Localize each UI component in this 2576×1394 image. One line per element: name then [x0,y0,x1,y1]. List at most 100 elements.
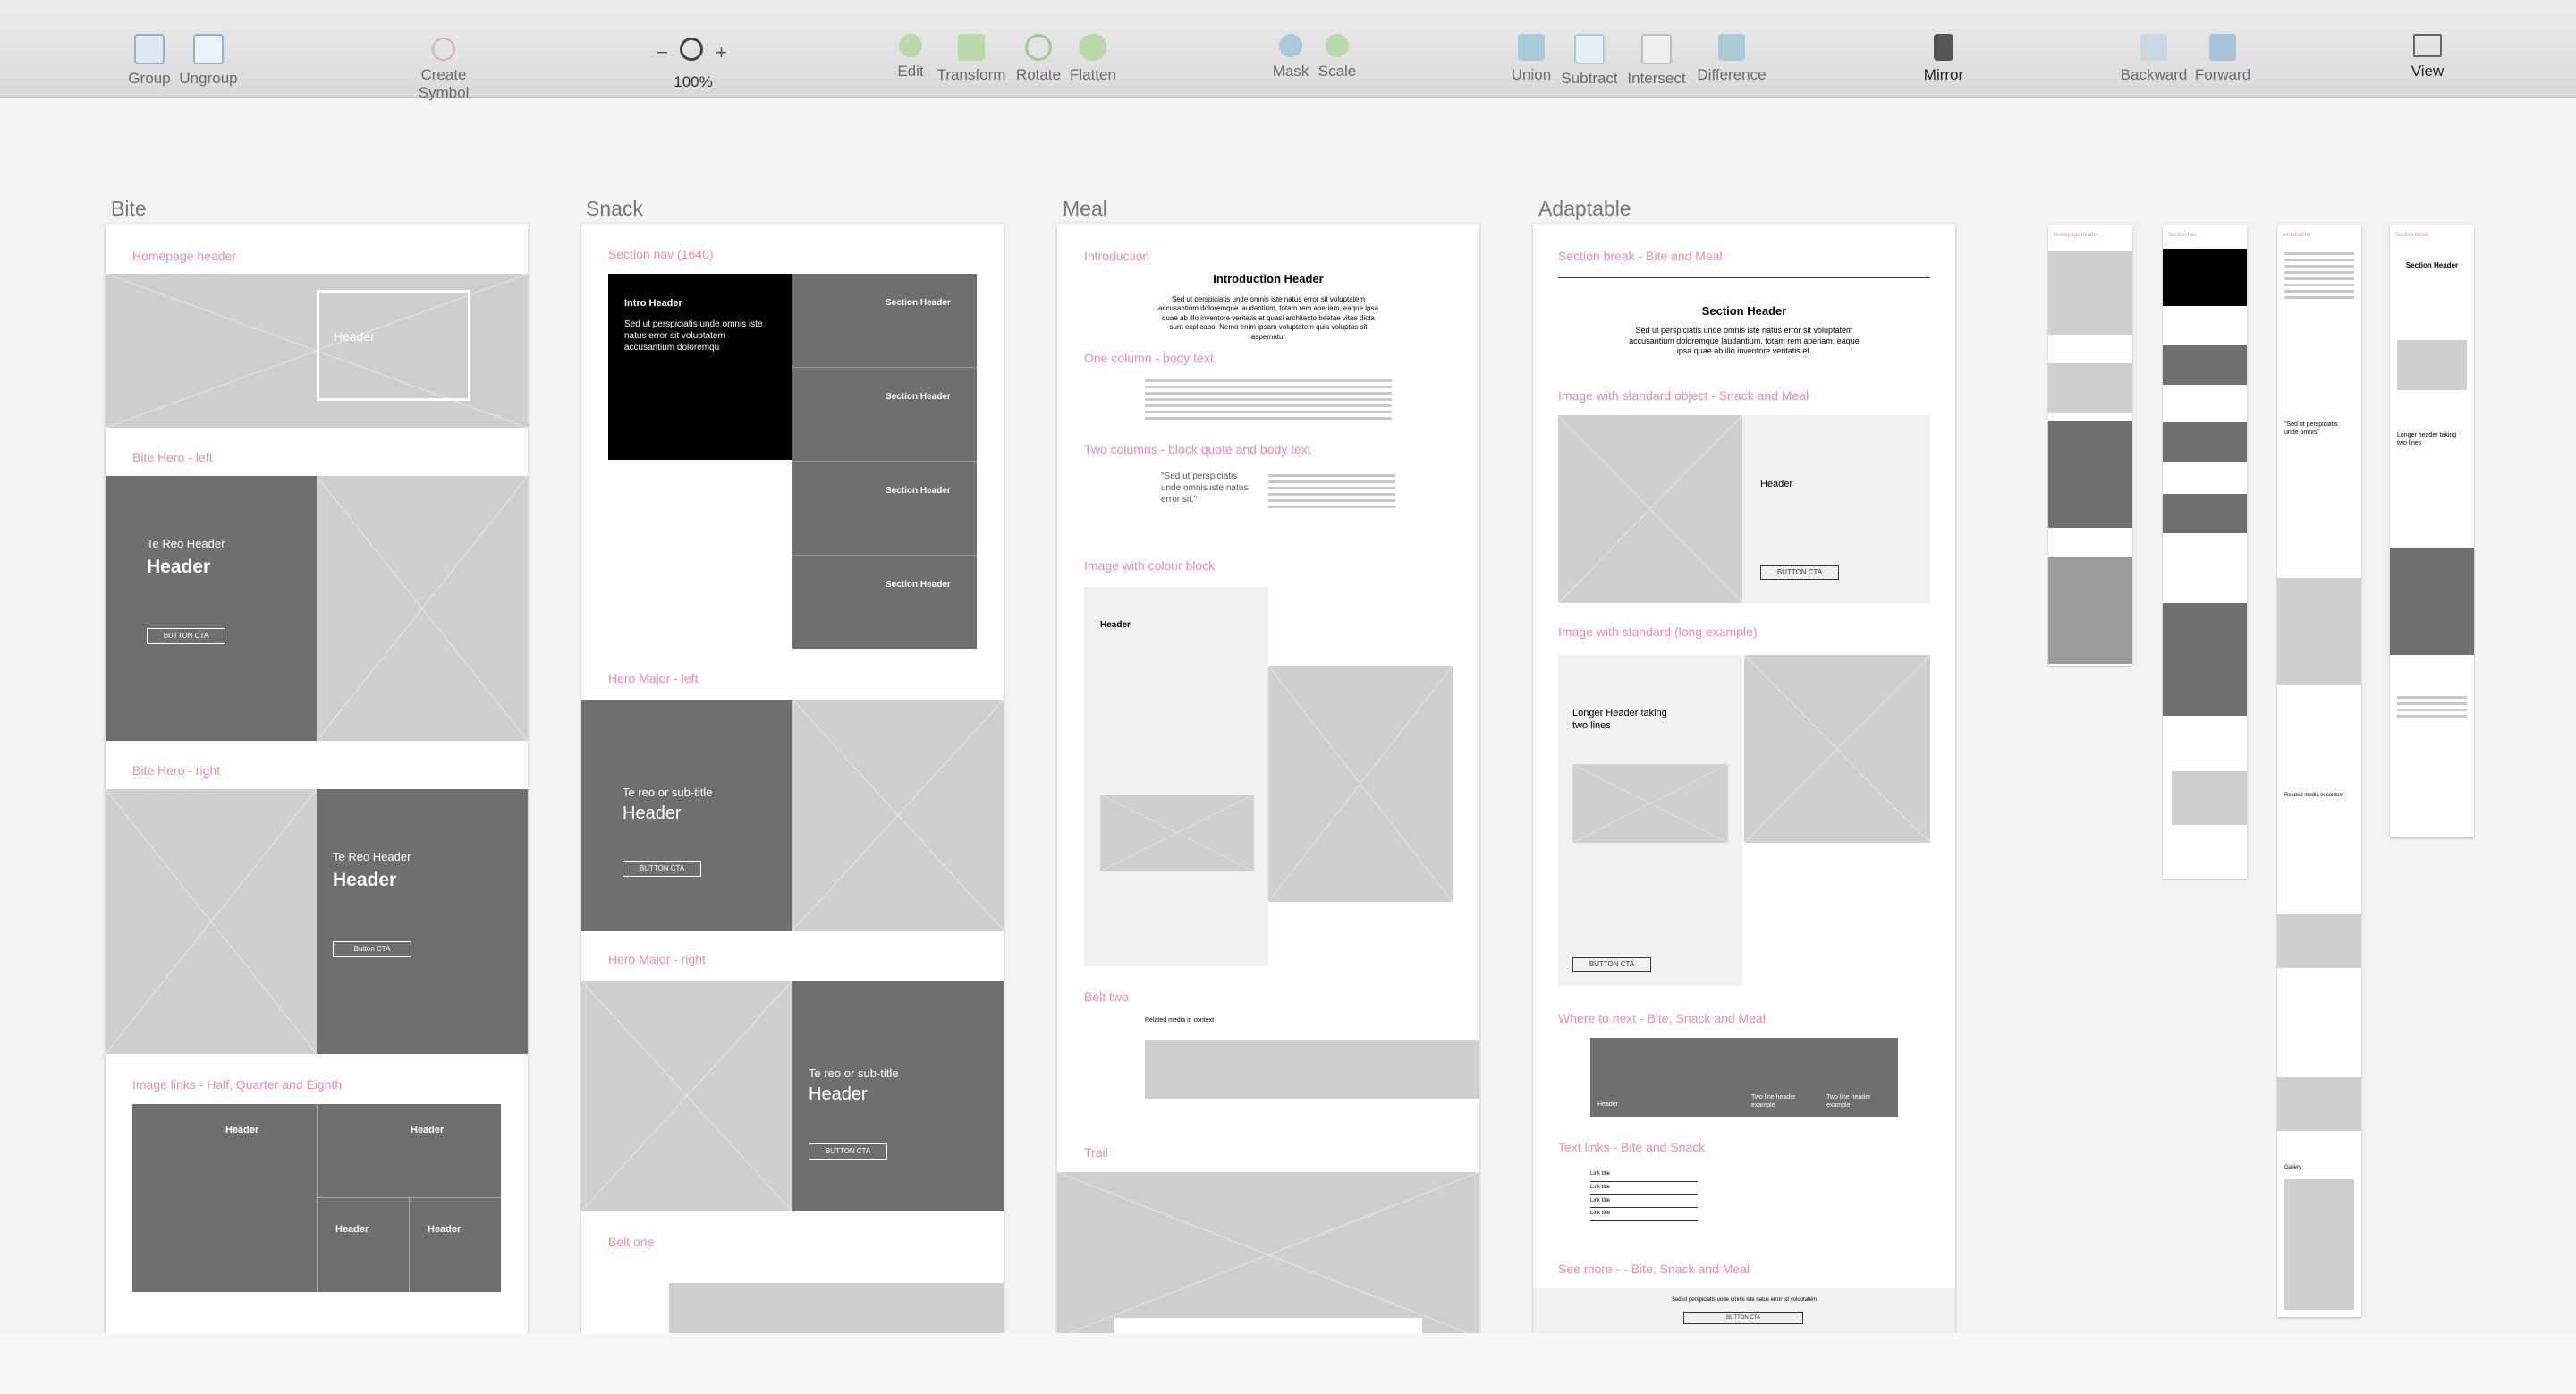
header-box: Header [317,290,470,401]
cta-button[interactable]: Button CTA [333,941,411,957]
mobile-gallery: Gallery [2284,1165,2302,1170]
body-text-lines [1268,474,1395,512]
scale-icon [1326,34,1349,57]
hero-panel [2048,421,2132,528]
section-nav-item[interactable]: Section Header [792,462,977,556]
mobile-label: Section break [2395,233,2428,238]
artboard-title-adaptable: Adaptable [1538,197,1631,220]
section-label: Hero Major - right [608,952,706,966]
view-button[interactable]: View [2378,34,2477,81]
scale-button[interactable]: Scale [1288,34,1386,81]
hero-panel: Te Reo Header Header Button CTA [317,789,528,1054]
section-nav-item [2163,345,2247,385]
transform-icon [958,34,985,61]
image-placeholder [2397,340,2467,390]
forward-button[interactable]: Forward [2174,34,2272,84]
artboard-snack[interactable]: Section nav (1640) Intro Header Sed ut p… [581,224,1004,1338]
ungroup-button[interactable]: Ungroup [159,34,258,88]
image-links-grid [2048,557,2132,664]
image-placeholder [2277,578,2361,685]
colour-block: Header [1084,587,1268,966]
view-icon [2413,34,2442,57]
mobile-artboard-meal[interactable]: Introduction "Sed ut perspiciatis unde o… [2277,225,2361,1317]
block-quote: "Sed ut perspiciatis unde omnis iste nat… [1161,472,1249,505]
hero-panel: Te reo or sub-title Header BUTTON CTA [792,981,1004,1211]
section-label: One column - body text [1084,351,1214,365]
intro-panel: Intro Header Sed ut perspiciatis unde om… [608,274,792,460]
section-nav-item[interactable]: Section Header [792,556,977,649]
standard-long: Longer Header taking two lines BUTTON CT… [1558,655,1742,986]
artboard-title-meal: Meal [1063,197,1107,220]
text-link[interactable]: Link title [1590,1208,1698,1222]
section-label: Bite Hero - left [132,450,213,464]
image-placeholder [106,789,317,1054]
text-link[interactable]: Link title [1590,1182,1698,1195]
section-label: Where to next - Bite, Snack and Meal [1558,1011,1766,1025]
artboard-bite[interactable]: Homepage header Header Bite Hero - left … [106,224,528,1338]
artboard-title-bite: Bite [111,197,147,220]
subtract-icon [1574,34,1605,64]
cta-button[interactable]: BUTTON CTA [623,861,701,877]
section-nav-item[interactable]: Section Header [792,274,977,368]
cta-button[interactable]: BUTTON CTA [1760,565,1839,580]
text-link[interactable]: Link title [1590,1195,1698,1209]
section-label: Image with standard object - Snack and M… [1558,388,1809,403]
section-nav-item [2163,494,2247,533]
belt-strip [2172,771,2247,825]
edit-icon [899,34,922,57]
cta-button[interactable]: BUTTON CTA [1572,957,1651,972]
divider [1558,277,1930,278]
difference-icon [1718,34,1745,61]
cta-button[interactable]: BUTTON CTA [147,628,225,644]
hero-panel: Te Reo Header Header BUTTON CTA [106,476,317,741]
body-text-lines [2284,252,2354,302]
backward-icon [2140,34,2167,61]
mobile-artboard-bite[interactable]: Homepage header [2048,225,2132,666]
where-next-grid: Header Two line header example Two line … [1590,1038,1898,1117]
body-text-lines [2397,696,2467,721]
forward-icon [2209,34,2236,61]
image-placeholder [581,981,792,1211]
mirror-button[interactable]: Mirror [1894,34,1993,84]
image-placeholder [792,700,1004,931]
section-label: Text links - Bite and Snack [1558,1140,1706,1154]
mobile-artboard-snack[interactable]: Section nav [2163,225,2247,879]
mobile-label: Section nav [2168,233,2197,238]
flatten-button[interactable]: Flatten [1044,34,1142,84]
section-label: Image with colour block [1084,558,1216,573]
section-body: Sed ut perspiciatis unde omnis iste natu… [1629,326,1860,356]
see-more-block: Sed ut perspiciatis unde omnis iste natu… [1533,1288,1955,1338]
cta-button[interactable]: BUTTON CTA [809,1143,887,1160]
artboard-meal[interactable]: Introduction Introduction Header Sed ut … [1057,224,1479,1338]
section-label: Section break - Bite and Meal [1558,249,1723,263]
zoom-out-button[interactable]: − [657,41,668,64]
intro-panel [2163,249,2247,306]
intersect-icon [1641,34,1672,64]
section-label: Image with standard (long example) [1558,625,1758,639]
section-label: Image links - Half, Quarter and Eighth [132,1077,343,1092]
image-placeholder [2048,363,2132,413]
mobile-quote: "Sed ut perspiciatis unde omnis" [2284,421,2338,437]
canvas-footer [0,1333,2576,1394]
section-nav-item[interactable]: Section Header [792,368,977,462]
cta-button[interactable]: BUTTON CTA [1683,1312,1803,1324]
image-placeholder [317,476,528,741]
zoom-in-button[interactable]: + [716,41,727,64]
image-placeholder [1268,666,1453,902]
text-link[interactable]: Link title [1590,1169,1698,1182]
mobile-section-header: Section Header [2405,261,2459,269]
zoom-level: 100% [674,73,713,90]
image-placeholder [2048,251,2132,335]
section-label: Hero Major - left [608,671,699,685]
mobile-label: Introduction [2283,233,2311,238]
hero-panel: Te reo or sub-title Header BUTTON CTA [581,700,792,931]
hero-panel [2163,603,2247,716]
belt-strip [669,1283,1004,1338]
artboard-adaptable[interactable]: Section break - Bite and Meal Section He… [1533,224,1955,1338]
mobile-artboard-adaptable[interactable]: Section break Section Header Longer head… [2390,225,2474,837]
difference-button[interactable]: Difference [1682,34,1781,84]
mirror-icon [1934,34,1953,61]
image-placeholder: Header [106,274,528,428]
create-symbol-button[interactable]: Create Symbol [394,34,494,102]
zoom-icon[interactable] [680,38,703,61]
